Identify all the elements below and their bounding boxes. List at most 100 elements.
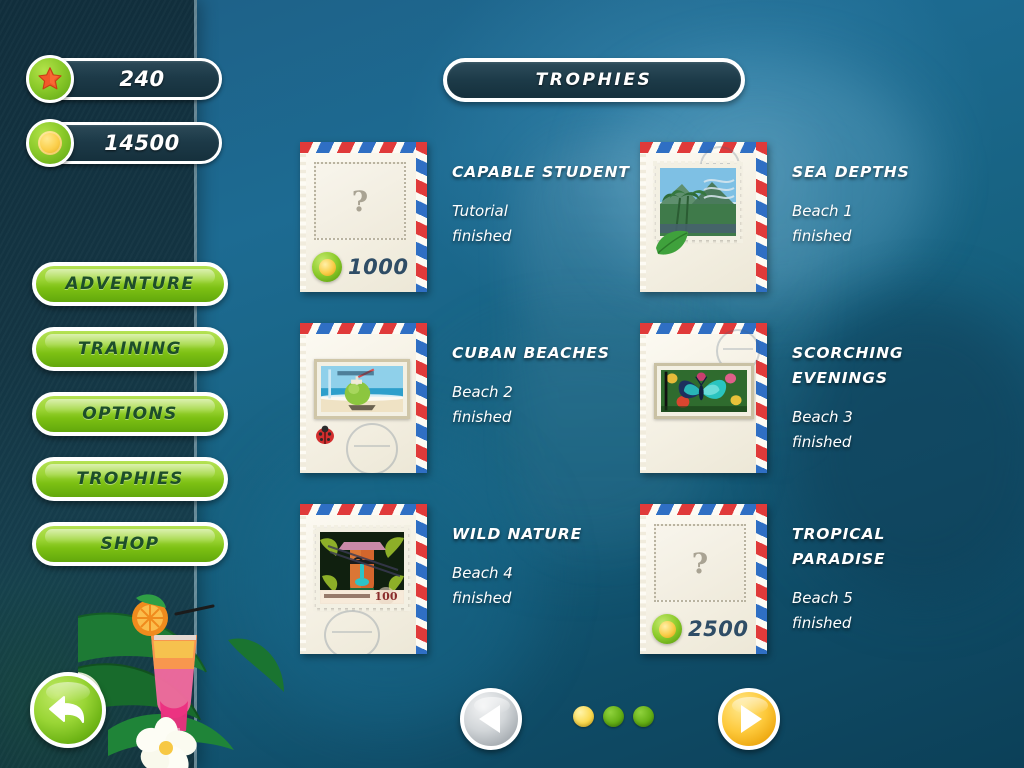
reward-amount: 1000 bbox=[348, 255, 409, 279]
game-screen: 240 14500 ADVENTURE TRAINING OPTIONS TRO… bbox=[0, 0, 1024, 768]
trophy-desc-line1: Beach 4 bbox=[452, 564, 513, 582]
trophy-title: WILD NATURE bbox=[452, 525, 583, 543]
back-arrow-icon bbox=[49, 696, 85, 723]
trophy-info: TROPICAL PARADISE Beach 5 finished bbox=[767, 504, 970, 636]
page-dot-3[interactable] bbox=[633, 706, 654, 727]
butterfly-stamp bbox=[654, 363, 754, 419]
previous-page-button[interactable] bbox=[460, 688, 522, 750]
envelope-body: ? 1000 bbox=[308, 156, 413, 288]
trophy-title: SCORCHING EVENINGS bbox=[792, 344, 904, 387]
trophy-grid: ? 1000 CAPABLE STUDENT Tutorial finished bbox=[300, 142, 1000, 685]
airmail-stripe-top bbox=[300, 504, 427, 515]
menu-item-label: SHOP bbox=[100, 534, 160, 554]
trophy-title: CAPABLE STUDENT bbox=[452, 163, 630, 181]
main-menu: ADVENTURE TRAINING OPTIONS TROPHIES SHOP bbox=[32, 262, 232, 587]
trophy-info: CUBAN BEACHES Beach 2 finished bbox=[427, 323, 610, 430]
airmail-stripe-top bbox=[640, 504, 767, 515]
menu-item-adventure[interactable]: ADVENTURE bbox=[32, 262, 228, 306]
trophy-desc-line1: Beach 2 bbox=[452, 383, 513, 401]
trophy-envelope bbox=[300, 323, 427, 473]
trophy-description: Beach 3 finished bbox=[792, 405, 970, 455]
postmark-icon bbox=[346, 423, 398, 473]
trophy-reward: 2500 bbox=[652, 614, 748, 644]
airmail-stripe-right bbox=[756, 142, 767, 292]
trophy-reward: 1000 bbox=[312, 252, 408, 282]
trophy-info: WILD NATURE Beach 4 finished bbox=[427, 504, 582, 611]
question-mark-icon: ? bbox=[351, 184, 369, 218]
airmail-stripe-right bbox=[416, 142, 427, 292]
trophy-desc-line2: finished bbox=[452, 589, 512, 607]
trophy-envelope bbox=[640, 323, 767, 473]
airmail-stripe-top bbox=[300, 323, 427, 334]
coin-counter-value: 14500 bbox=[104, 131, 180, 155]
trophy-envelope bbox=[640, 142, 767, 292]
trophy-title: SEA DEPTHS bbox=[792, 163, 910, 181]
trophy-desc-line2: finished bbox=[792, 614, 852, 632]
trophy-description: Beach 4 finished bbox=[452, 561, 582, 611]
trophy-desc-line2: finished bbox=[792, 227, 852, 245]
airmail-stripe-top bbox=[300, 142, 427, 153]
menu-item-options[interactable]: OPTIONS bbox=[32, 392, 228, 436]
trophy-card-scorching-evenings[interactable]: SCORCHING EVENINGS Beach 3 finished bbox=[640, 323, 970, 504]
postmark-icon bbox=[324, 610, 380, 654]
envelope-body bbox=[308, 337, 413, 473]
coin-inner-disc bbox=[38, 131, 62, 155]
trophy-card-capable-student[interactable]: ? 1000 CAPABLE STUDENT Tutorial finished bbox=[300, 142, 630, 323]
menu-item-label: ADVENTURE bbox=[65, 274, 195, 294]
star-counter: 240 bbox=[26, 55, 222, 103]
trophy-card-tropical-paradise[interactable]: ? 2500 TROPICAL PARADISE Beach 5 finishe… bbox=[640, 504, 970, 685]
back-button[interactable] bbox=[30, 672, 106, 748]
menu-item-trophies[interactable]: TROPHIES bbox=[32, 457, 228, 501]
page-dot-2[interactable] bbox=[603, 706, 624, 727]
stamp-artwork bbox=[660, 168, 736, 236]
airmail-stripe-right bbox=[756, 504, 767, 654]
trophy-info: CAPABLE STUDENT Tutorial finished bbox=[427, 142, 630, 249]
locked-placeholder: ? bbox=[654, 524, 746, 602]
page-title: TROPHIES bbox=[443, 58, 745, 102]
airmail-stripe-right bbox=[416, 323, 427, 473]
pagination bbox=[460, 688, 780, 750]
star-counter-value: 240 bbox=[119, 67, 165, 91]
svg-text:100: 100 bbox=[375, 590, 398, 603]
trophy-description: Beach 1 finished bbox=[792, 199, 910, 249]
page-title-text: TROPHIES bbox=[535, 70, 653, 90]
trophy-description: Beach 5 finished bbox=[792, 586, 970, 636]
stamp-artwork: 100 bbox=[320, 532, 404, 604]
menu-item-label: TRAINING bbox=[77, 339, 183, 359]
trophy-desc-line1: Tutorial bbox=[452, 202, 508, 220]
envelope-body bbox=[648, 146, 753, 288]
coin-icon bbox=[26, 119, 74, 167]
page-dot-1[interactable] bbox=[573, 706, 594, 727]
locked-placeholder: ? bbox=[314, 162, 406, 240]
reward-amount: 2500 bbox=[688, 617, 749, 641]
trophy-card-sea-depths[interactable]: SEA DEPTHS Beach 1 finished bbox=[640, 142, 970, 323]
tribal-mask-stamp: 100 bbox=[313, 525, 411, 611]
trophy-desc-line1: Beach 5 bbox=[792, 589, 853, 607]
airmail-stripe-top bbox=[640, 142, 767, 153]
trophy-card-wild-nature[interactable]: 100 WILD NATURE Beach 4 finished bbox=[300, 504, 630, 685]
chevron-left-icon bbox=[478, 705, 500, 733]
coin-icon bbox=[652, 614, 682, 644]
question-mark-icon: ? bbox=[691, 546, 709, 580]
chevron-right-icon bbox=[740, 705, 762, 733]
menu-item-shop[interactable]: SHOP bbox=[32, 522, 228, 566]
trophy-description: Beach 2 finished bbox=[452, 380, 610, 430]
trophy-desc-line1: Beach 3 bbox=[792, 408, 853, 426]
trophy-envelope: ? 2500 bbox=[640, 504, 767, 654]
trophy-title: TROPICAL PARADISE bbox=[792, 525, 886, 568]
coin-counter: 14500 bbox=[26, 119, 222, 167]
airmail-stripe-right bbox=[416, 504, 427, 654]
trophy-card-cuban-beaches[interactable]: CUBAN BEACHES Beach 2 finished bbox=[300, 323, 630, 504]
trophy-envelope: 100 bbox=[300, 504, 427, 654]
coconut-drink-stamp bbox=[314, 359, 410, 419]
ladybug-icon bbox=[316, 425, 334, 444]
envelope-body: 100 bbox=[308, 518, 413, 654]
envelope-body bbox=[648, 329, 760, 469]
trophy-description: Tutorial finished bbox=[452, 199, 630, 249]
trophy-envelope: ? 1000 bbox=[300, 142, 427, 292]
menu-item-training[interactable]: TRAINING bbox=[32, 327, 228, 371]
trophy-desc-line1: Beach 1 bbox=[792, 202, 853, 220]
stamp-artwork bbox=[321, 366, 403, 412]
trophy-title: CUBAN BEACHES bbox=[452, 344, 610, 362]
next-page-button[interactable] bbox=[718, 688, 780, 750]
